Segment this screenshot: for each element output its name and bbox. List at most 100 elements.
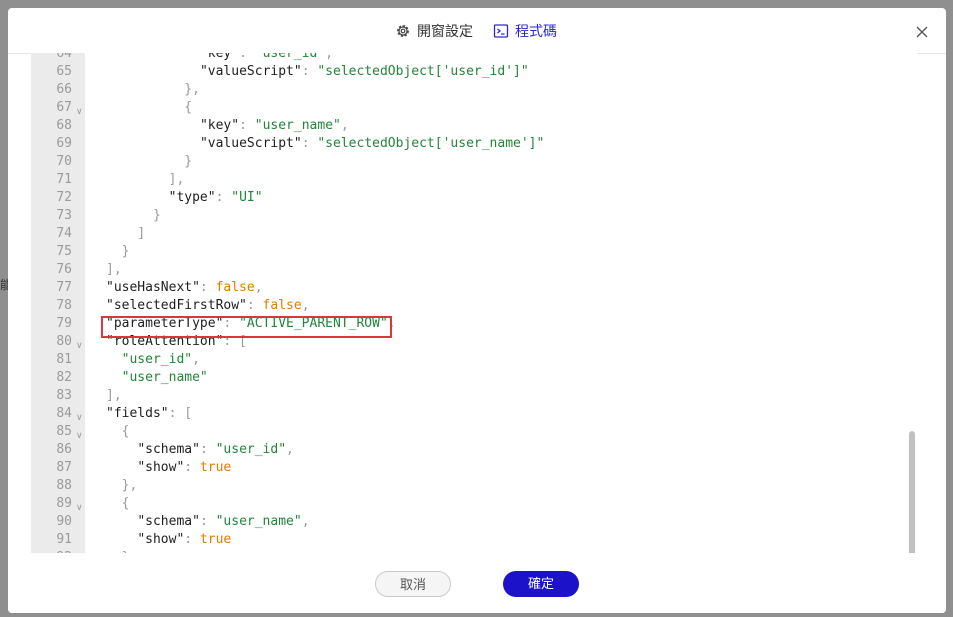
line-number: 81 [56,352,72,367]
line-number: 65 [56,64,72,79]
code-token: : [301,64,318,79]
code-editor[interactable]: 64 "key": "user_id", 65 "valueScript": "sel… [31,53,917,553]
code-token: ], [106,388,122,403]
line-number: 69 [56,136,72,151]
code-text: "valueScript": "selectedObject['user_nam… [200,135,544,153]
code-token: "user_id" [254,53,326,61]
code-token: "schema" [137,514,200,529]
code-token: "user_id" [121,352,193,367]
code-token: , [340,118,349,133]
line-number: 74 [56,226,72,241]
code-text: "key": "user_name", [200,117,349,135]
code-token: "parameterType" [106,316,224,331]
line-number: 66 [56,82,72,97]
code-terminal-icon [493,24,509,38]
code-line: 76], [32,261,917,279]
line-number: 67 [56,100,72,115]
code-line: 85 ∨{ [32,423,917,441]
code-text: { [184,99,192,117]
code-line: 88}, [32,477,917,495]
code-text: "useHasNext": false, [106,279,263,297]
editor-scrollbar[interactable] [909,431,915,553]
code-line: 73} [32,207,917,225]
line-number: 64 [56,53,72,61]
code-token: false [215,280,255,295]
code-token: "user_id" [215,442,287,457]
code-line: 80 ∨ "roleAttention": [ [32,333,917,351]
code-token: : [239,53,255,61]
code-token: } [122,550,130,553]
code-token: : [184,460,200,475]
code-token: "user_name" [121,370,208,385]
code-token: : [215,190,232,205]
code-text: "roleAttention": [ [106,333,247,351]
tab-window-settings[interactable]: 開窗設定 [395,21,473,41]
line-number: 71 [56,172,72,187]
code-line: 90 "schema": "user_name", [32,513,917,531]
code-text: { [122,423,130,441]
code-line: 66}, [32,81,917,99]
code-line: 79 "parameterType": "ACTIVE_PARENT_ROW", [32,315,917,333]
code-text: "valueScript": "selectedObject['user_id'… [200,63,529,81]
code-token: "schema" [137,442,200,457]
code-text: "parameterType": "ACTIVE_PARENT_ROW", [106,315,396,333]
code-line: 89 ∨{ [32,495,917,513]
code-token: "ACTIVE_PARENT_ROW" [239,316,388,331]
dialog-footer: 取消 確定 [8,554,946,613]
code-text: } [122,549,130,553]
line-number: 73 [56,208,72,223]
background-peek-text: 能 [0,278,13,292]
code-line: 83], [32,387,917,405]
tab-code-label: 程式碼 [515,23,557,39]
line-number: 82 [56,370,72,385]
code-dialog: 開窗設定 程式碼 64 "key": "user_id", 65 "valueScri… [8,8,946,613]
cancel-button[interactable]: 取消 [375,571,451,597]
code-token: "roleAttention" [106,334,224,349]
dialog-header: 開窗設定 程式碼 [8,8,946,54]
code-line: 69 "valueScript": "selectedObject['user_n… [32,135,917,153]
code-token: "user_name" [254,118,341,133]
tab-code[interactable]: 程式碼 [493,21,557,41]
code-text: "user_id", [122,351,200,369]
close-icon[interactable] [916,26,928,38]
code-token: : [223,316,240,331]
code-text: "show": true [137,531,231,549]
line-number: 83 [56,388,72,403]
code-line: 78 "selectedFirstRow": false, [32,297,917,315]
code-token: "selectedObject['user_name']" [317,136,545,151]
code-line: 64 "key": "user_id", [32,53,917,63]
code-token: "valueScript" [199,64,302,79]
code-text: } [122,243,130,261]
code-token: , [301,298,310,313]
code-token: "selectedFirstRow" [106,298,247,313]
code-line: 82 "user_name" [32,369,917,387]
code-token: true [199,460,232,475]
code-token: true [199,532,232,547]
line-number: 68 [56,118,72,133]
line-number: 89 [56,496,72,511]
code-token: : [199,514,216,529]
code-token: : [239,118,255,133]
code-token: { [184,100,193,115]
code-line: 68 "key": "user_name", [32,117,917,135]
code-line: 84 ∨ "fields": [ [32,405,917,423]
line-number: 84 [56,406,72,421]
line-number: 72 [56,190,72,205]
line-number: 80 [56,334,72,349]
code-text: "schema": "user_id", [137,441,294,459]
code-line: 87 "show": true [32,459,917,477]
code-token: } [121,244,130,259]
code-text: "key": "user_id", [200,53,333,63]
code-token: , [286,442,294,457]
code-line: 72 "type": "UI" [32,189,917,207]
code-text: "schema": "user_name", [137,513,309,531]
code-token: }, [121,478,138,493]
code-token: } [184,154,193,169]
code-token: : [ [168,406,193,421]
code-line: 77 "useHasNext": false, [32,279,917,297]
line-number: 79 [56,316,72,331]
code-line: 86 "schema": "user_id", [32,441,917,459]
code-token: : [199,442,216,457]
confirm-button[interactable]: 確定 [503,571,579,597]
code-token: : [199,280,216,295]
